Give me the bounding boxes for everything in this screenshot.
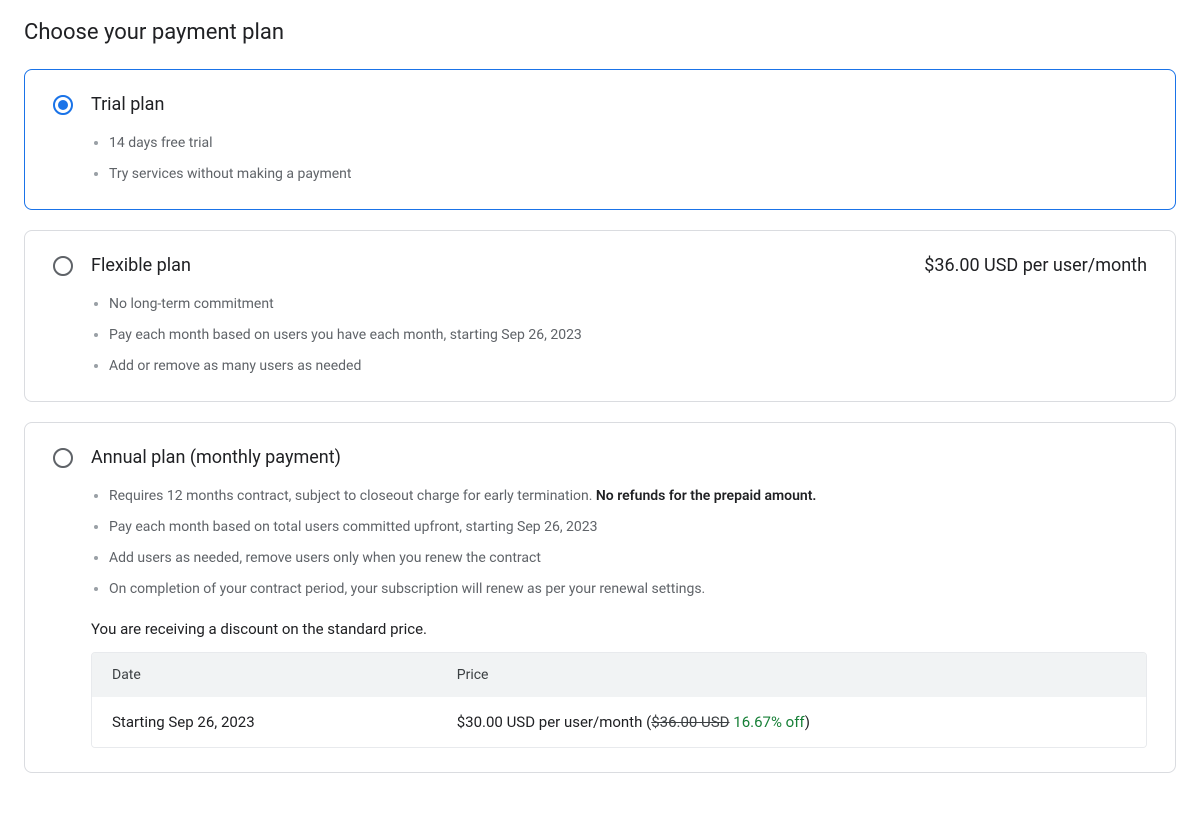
cell-price: $30.00 USD per user/month ($36.00 USD 16… <box>457 713 1126 731</box>
plan-card-annual[interactable]: Annual plan (monthly payment) Requires 1… <box>24 422 1176 773</box>
radio-flexible[interactable] <box>53 256 73 276</box>
list-item: Pay each month based on total users comm… <box>109 517 1147 538</box>
list-item: Try services without making a payment <box>109 164 1147 185</box>
table-row: Starting Sep 26, 2023 $30.00 USD per use… <box>92 697 1146 747</box>
list-item: Add or remove as many users as needed <box>109 356 1147 377</box>
original-price: $36.00 USD <box>651 713 729 731</box>
plan-card-trial[interactable]: Trial plan 14 days free trial Try servic… <box>24 69 1176 210</box>
list-item: No long-term commitment <box>109 294 1147 315</box>
plan-title-annual: Annual plan (monthly payment) <box>91 447 341 468</box>
col-header-date: Date <box>112 667 457 683</box>
col-header-price: Price <box>457 667 1126 683</box>
price-table: Date Price Starting Sep 26, 2023 $30.00 … <box>91 652 1147 748</box>
list-item: On completion of your contract period, y… <box>109 579 1147 600</box>
plan-price-flexible: $36.00 USD per user/month <box>924 255 1147 276</box>
plan-header: Annual plan (monthly payment) <box>53 447 1147 468</box>
discount-percent: 16.67% off <box>733 713 805 731</box>
table-header: Date Price <box>92 653 1146 697</box>
plan-details-trial: 14 days free trial Try services without … <box>109 133 1147 185</box>
plan-title-flexible: Flexible plan <box>91 255 191 276</box>
list-item: Requires 12 months contract, subject to … <box>109 486 1147 507</box>
plan-card-flexible[interactable]: Flexible plan $36.00 USD per user/month … <box>24 230 1176 402</box>
radio-annual[interactable] <box>53 448 73 468</box>
cell-date: Starting Sep 26, 2023 <box>112 713 457 731</box>
plan-title-trial: Trial plan <box>91 94 164 115</box>
radio-trial[interactable] <box>53 95 73 115</box>
plan-header: Flexible plan $36.00 USD per user/month <box>53 255 1147 276</box>
page-title: Choose your payment plan <box>24 20 1176 45</box>
list-item: Pay each month based on users you have e… <box>109 325 1147 346</box>
discount-note: You are receiving a discount on the stan… <box>91 620 1147 638</box>
list-item: Add users as needed, remove users only w… <box>109 548 1147 569</box>
plan-details-flexible: No long-term commitment Pay each month b… <box>109 294 1147 377</box>
list-item: 14 days free trial <box>109 133 1147 154</box>
plan-details-annual: Requires 12 months contract, subject to … <box>109 486 1147 600</box>
no-refund-note: No refunds for the prepaid amount. <box>596 488 817 504</box>
plan-header: Trial plan <box>53 94 1147 115</box>
